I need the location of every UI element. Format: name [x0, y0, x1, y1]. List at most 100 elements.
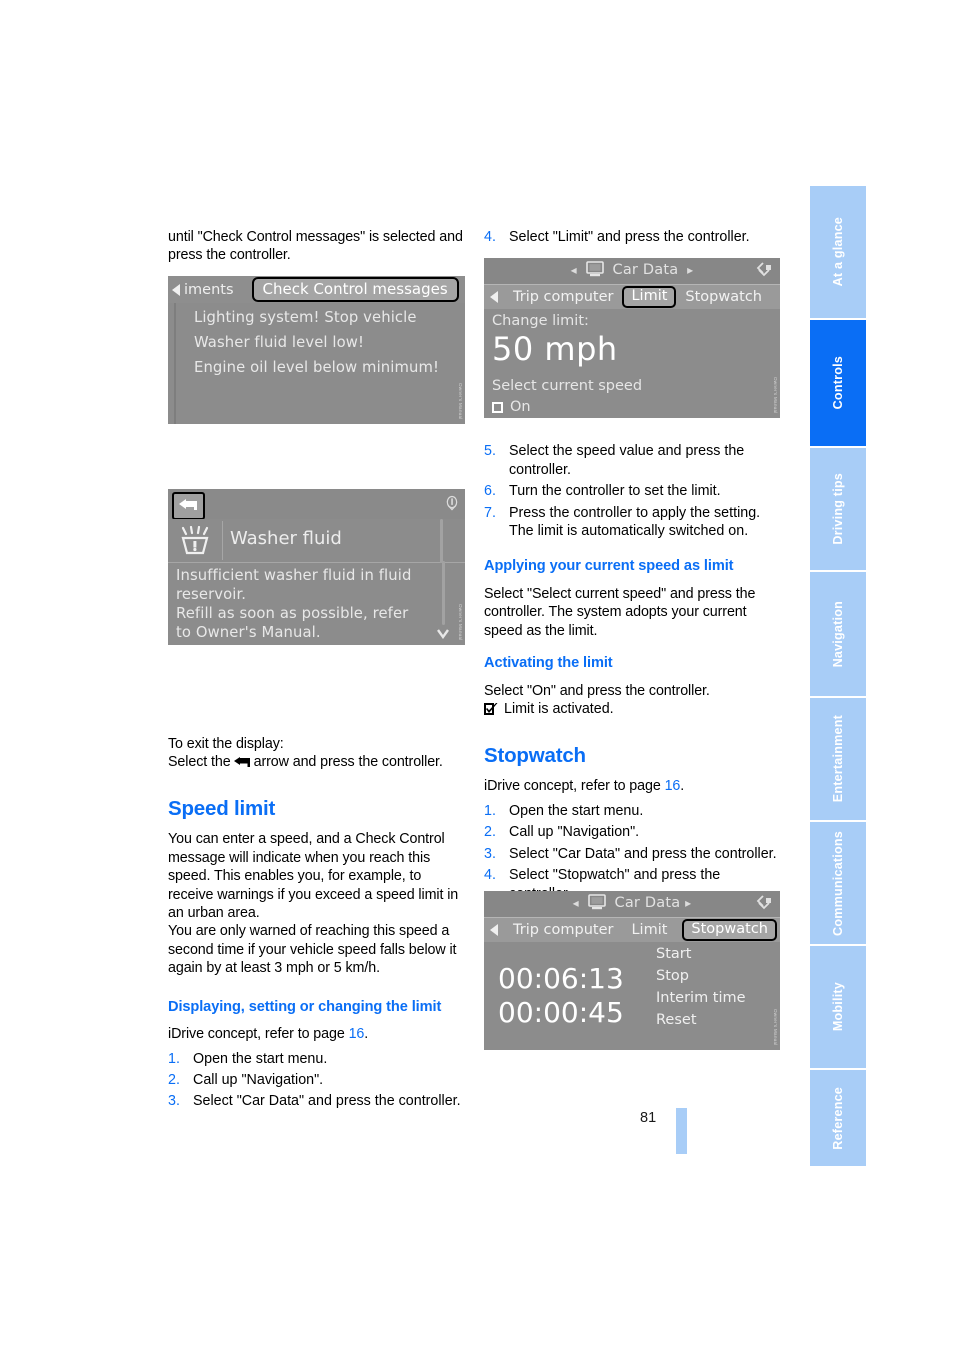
screenshot-washer-fluid: Washer fluid Insufficient washer fluid i…	[168, 489, 465, 645]
sidebar-item-label: Mobility	[831, 982, 845, 1032]
sidebar-item-driving-tips[interactable]: Driving tips	[810, 448, 866, 570]
step-text: Open the start menu.	[193, 1050, 328, 1067]
wf-top-bar	[168, 489, 465, 520]
sw-tab-bar: Trip computer Limit Stopwatch	[484, 917, 780, 942]
left-arrow-icon[interactable]	[172, 283, 180, 296]
step-text: Select the speed value and press the con…	[509, 443, 745, 478]
sw-title: Car Data	[614, 895, 681, 911]
stopwatch-menu-start[interactable]: Start	[656, 946, 691, 962]
step-number: 1.	[484, 802, 496, 819]
page-title-stopwatch: Stopwatch	[484, 744, 586, 768]
wf-body-line-3: to Owner's Manual.	[176, 624, 321, 641]
limit-on-row[interactable]: On	[492, 399, 531, 415]
tab-scroll-left-icon[interactable]	[490, 924, 498, 936]
tab-trip-computer[interactable]: Trip computer	[504, 922, 622, 938]
expand-icon[interactable]	[754, 261, 774, 285]
back-arrow-icon	[233, 755, 251, 768]
step-text: Open the start menu.	[509, 802, 644, 819]
scrollbar-thumb[interactable]	[442, 561, 445, 625]
list-item: 1. Open the start menu.	[168, 1050, 464, 1068]
cc-message-0[interactable]: Lighting system! Stop vehicle	[194, 309, 417, 326]
left-chevron-icon[interactable]: ◂	[573, 896, 579, 910]
step-text: Select "Car Data" and press the controll…	[509, 845, 777, 862]
limit-activated-text: Limit is activated.	[504, 701, 614, 718]
figure-caption: Owner's Manual	[773, 1009, 778, 1046]
idrive-ref-period: .	[364, 1026, 369, 1043]
cd-limit-body: Change limit: 50 mph Select current spee…	[484, 310, 780, 418]
manual-page: until "Check Control messages" is select…	[0, 0, 954, 1351]
exit-text-after: arrow and press the controller.	[253, 754, 443, 771]
cd-title-bar: ◂ Car Data ▸	[484, 258, 780, 284]
list-item: 7. Press the controller to apply the set…	[484, 504, 780, 541]
tab-limit[interactable]: Limit	[622, 286, 677, 308]
speed-limit-paragraph-1: You can enter a speed, and a Check Contr…	[168, 831, 459, 922]
expand-icon[interactable]	[754, 894, 774, 918]
stopwatch-menu-reset[interactable]: Reset	[656, 1012, 697, 1028]
intro-paragraph: until "Check Control messages" is select…	[168, 229, 463, 264]
cc-prev-tab-label[interactable]: iments	[184, 282, 234, 298]
sidebar-item-label: Entertainment	[831, 715, 845, 803]
wf-body: Insufficient washer fluid in fluid reser…	[168, 561, 465, 645]
figure-caption: Owner's Manual	[458, 383, 463, 420]
stopwatch-interim-time: 00:00:45	[498, 996, 624, 1029]
figure-caption: Owner's Manual	[458, 604, 463, 641]
sidebar-item-reference[interactable]: Reference	[810, 1070, 866, 1166]
sidebar-item-label: At a glance	[831, 217, 845, 287]
right-chevron-icon[interactable]: ▸	[687, 263, 693, 277]
select-current-speed-option[interactable]: Select current speed	[492, 378, 642, 394]
cc-message-1[interactable]: Washer fluid level low!	[194, 334, 364, 351]
monitor-icon	[587, 894, 606, 914]
sidebar-item-communications[interactable]: Communications	[810, 822, 866, 944]
exit-label: To exit the display:	[168, 735, 284, 752]
activating-paragraph: Select "On" and press the controller.	[484, 682, 710, 699]
tab-trip-computer[interactable]: Trip computer	[504, 289, 622, 305]
cc-selected-item[interactable]: Check Control messages	[251, 277, 459, 302]
page-edge-marker	[676, 1108, 687, 1154]
stopwatch-menu-interim-time[interactable]: Interim time	[656, 990, 746, 1006]
tab-scroll-left-icon[interactable]	[490, 291, 498, 303]
step-text: Select "Car Data" and press the controll…	[193, 1093, 461, 1110]
checkbox-checked-icon	[484, 703, 498, 716]
sidebar-item-mobility[interactable]: Mobility	[810, 946, 866, 1068]
stopwatch-menu-stop[interactable]: Stop	[656, 968, 689, 984]
sidebar-item-controls[interactable]: Controls	[810, 320, 866, 446]
sidebar-item-label: Controls	[831, 356, 845, 410]
tab-limit[interactable]: Limit	[622, 922, 676, 938]
sidebar-item-navigation[interactable]: Navigation	[810, 572, 866, 696]
cc-message-2[interactable]: Engine oil level below minimum!	[194, 359, 439, 376]
sidebar-item-entertainment[interactable]: Entertainment	[810, 698, 866, 820]
list-item: 1. Open the start menu.	[484, 802, 780, 820]
idrive-ref-text: iDrive concept, refer to page	[168, 1026, 345, 1043]
back-button[interactable]	[172, 492, 205, 520]
page-number: 81	[640, 1110, 657, 1126]
step-number: 3.	[484, 845, 496, 862]
tab-stopwatch[interactable]: Stopwatch	[676, 289, 771, 305]
list-item: 2. Call up "Navigation".	[168, 1071, 464, 1089]
washer-fluid-icon	[178, 525, 212, 560]
sidebar-item-label: Reference	[831, 1086, 845, 1150]
idrive-ref-period: .	[680, 778, 685, 795]
left-chevron-icon[interactable]: ◂	[571, 263, 577, 277]
chevron-down-icon[interactable]	[437, 624, 449, 643]
idrive-reference-stopwatch: iDrive concept, refer to page 16.	[484, 777, 780, 795]
checkbox-unchecked-icon[interactable]	[492, 401, 503, 413]
limit-value[interactable]: 50 mph	[492, 330, 618, 368]
step-text: Call up "Navigation".	[509, 824, 640, 841]
page-title-speed-limit: Speed limit	[168, 797, 276, 821]
step-number: 6.	[484, 483, 496, 500]
sw-title-group: ◂ Car Data ▸	[484, 894, 780, 914]
stopwatch-main-time: 00:06:13	[498, 962, 624, 995]
right-chevron-icon[interactable]: ▸	[685, 896, 691, 910]
step-number: 2.	[484, 824, 496, 841]
cc-message-list: Lighting system! Stop vehicle Washer flu…	[168, 303, 465, 424]
section-tab-strip: At a glance Controls Driving tips Naviga…	[810, 186, 866, 1166]
step-number: 3.	[168, 1093, 180, 1110]
page-link-16[interactable]: 16	[665, 778, 681, 794]
list-item: 4. Select "Limit" and press the controll…	[484, 228, 780, 246]
screenshot-car-data-stopwatch: ◂ Car Data ▸ Trip computer Limit Stopwat…	[484, 891, 780, 1050]
tab-stopwatch[interactable]: Stopwatch	[682, 919, 777, 941]
info-icon[interactable]	[445, 495, 459, 516]
sidebar-item-at-a-glance[interactable]: At a glance	[810, 186, 866, 318]
step-number: 4.	[484, 229, 496, 245]
page-link-16[interactable]: 16	[349, 1026, 365, 1042]
